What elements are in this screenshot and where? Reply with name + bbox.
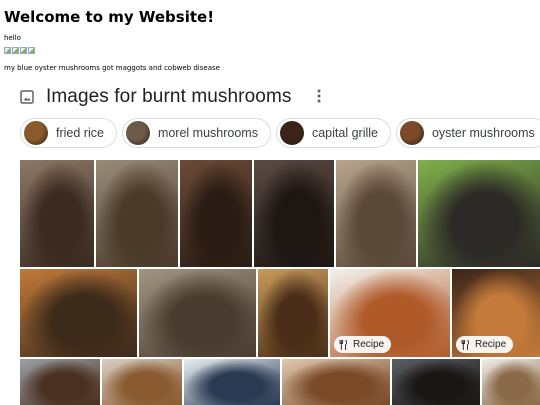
tile-brown-caps-closeup[interactable] (20, 269, 137, 357)
fork-knife-icon (339, 339, 347, 350)
image-icon (20, 90, 34, 104)
broken-image-icon (4, 47, 11, 54)
more-vertical-icon[interactable] (310, 87, 328, 105)
tile-blue-dish[interactable] (184, 359, 280, 405)
caption-text: my blue oyster mushrooms got maggots and… (4, 64, 220, 72)
tile-roasted-tray[interactable] (20, 160, 94, 267)
chip-thumbnail (24, 121, 48, 145)
tile-morel-ground[interactable] (139, 269, 256, 357)
chip-capital-grille[interactable]: capital grille (275, 118, 391, 148)
tile-fried-slices[interactable]: Recipe (452, 269, 540, 357)
chip-label: capital grille (311, 126, 378, 140)
chip-label: fried rice (56, 126, 104, 140)
fork-knife-icon (461, 339, 469, 350)
image-pack-header: Images for burnt mushrooms (20, 84, 291, 110)
tile-white-bowl[interactable] (482, 359, 540, 405)
tile-dark-pan[interactable] (392, 359, 480, 405)
tile-sauteed-bowl[interactable] (102, 359, 182, 405)
related-search-chips: fried rice morel mushrooms capital grill… (20, 118, 540, 148)
chip-thumbnail (399, 121, 424, 145)
chip-thumbnail (125, 121, 150, 145)
recipe-badge-label: Recipe (353, 339, 385, 350)
tile-morels-sign[interactable] (336, 160, 416, 267)
image-pack-title[interactable]: Images for burnt mushrooms (46, 86, 291, 108)
chip-oyster-mushrooms[interactable]: oyster mushrooms (395, 118, 540, 148)
broken-image-icon (20, 47, 27, 54)
chip-fried-rice[interactable]: fried rice (20, 118, 117, 148)
greeting-text: hello (4, 34, 21, 42)
broken-image-icon (12, 47, 19, 54)
tile-morel-forest[interactable] (96, 160, 178, 267)
chip-label: oyster mushrooms (431, 126, 535, 140)
tile-sheet-pan[interactable] (20, 359, 100, 405)
chip-morel-mushrooms[interactable]: morel mushrooms (121, 118, 271, 148)
tile-dark-caps[interactable] (180, 160, 252, 267)
page-title: Welcome to my Website! (4, 8, 215, 26)
broken-image-icon (28, 47, 35, 54)
recipe-badge: Recipe (334, 336, 392, 353)
tile-forks-plate[interactable] (282, 359, 390, 405)
tile-crispy-pieces[interactable] (258, 269, 328, 357)
tile-plated-herbs[interactable]: Recipe (330, 269, 450, 357)
broken-image-row (4, 47, 35, 55)
chip-label: morel mushrooms (157, 126, 258, 140)
recipe-badge: Recipe (456, 336, 514, 353)
recipe-badge-label: Recipe (475, 339, 507, 350)
tile-charred-mushroom-grass[interactable] (418, 160, 540, 267)
chip-thumbnail (279, 121, 304, 145)
tile-cast-iron-pan[interactable] (254, 160, 334, 267)
